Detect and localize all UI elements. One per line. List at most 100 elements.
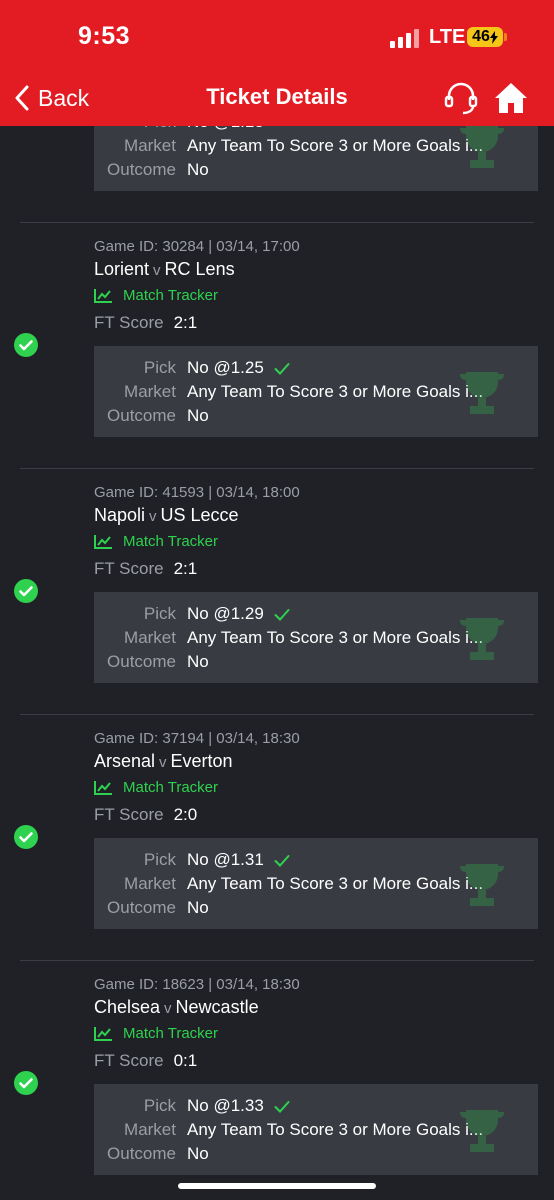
network-type: LTE: [429, 26, 466, 48]
outcome-label: Outcome: [107, 160, 176, 179]
trophy-watermark-icon: [460, 1110, 504, 1152]
match-tracker-link[interactable]: Match Tracker: [94, 779, 218, 796]
game-id: Game ID: 18623 | 03/14, 18:30: [94, 976, 300, 993]
market-label: Market: [124, 1120, 176, 1139]
market-value: Any Team To Score 3 or More Goals i...: [187, 874, 484, 893]
market-label: Market: [124, 136, 176, 155]
outcome-value: No: [187, 652, 209, 671]
market-value: Any Team To Score 3 or More Goals i...: [187, 628, 484, 647]
home-team: Napoli: [94, 505, 146, 525]
match-tracker-link[interactable]: Match Tracker: [94, 1025, 218, 1042]
won-check-icon: [14, 579, 38, 603]
versus: v: [153, 262, 161, 279]
divider: [20, 222, 534, 223]
ft-score-value: 2:1: [173, 313, 198, 332]
ft-score: FT Score 2:1: [94, 313, 197, 333]
versus: v: [149, 508, 157, 525]
trophy-watermark-icon: [460, 618, 504, 660]
pick-box: Pick No @1.25 Market Any Team To Score 3…: [94, 346, 538, 437]
ft-score-label: FT Score: [94, 559, 164, 578]
ft-score-value: 2:1: [173, 559, 198, 578]
market-label: Market: [124, 874, 176, 893]
ft-score-label: FT Score: [94, 1051, 164, 1070]
away-team: Newcastle: [175, 997, 259, 1017]
trophy-watermark-icon: [460, 864, 504, 906]
ticket-content: Pick No @1.18 Market Any Team To Score 3…: [0, 0, 554, 1200]
pick-value: No @1.31: [187, 850, 264, 869]
market-value: Any Team To Score 3 or More Goals i...: [187, 382, 484, 401]
ft-score-label: FT Score: [94, 313, 164, 332]
away-team: US Lecce: [160, 505, 239, 525]
match-tracker-label: Match Tracker: [123, 287, 219, 304]
teams: Chelsea v Newcastle: [94, 997, 259, 1018]
outcome-label: Outcome: [107, 1144, 176, 1163]
pick-value-wrap: No @1.25: [187, 358, 290, 378]
home-team: Arsenal: [94, 751, 156, 771]
game-id: Game ID: 41593 | 03/14, 18:00: [94, 484, 300, 501]
pick-value-wrap: No @1.31: [187, 850, 290, 870]
signal-icon: [390, 29, 419, 48]
match-tracker-label: Match Tracker: [123, 533, 219, 550]
ft-score: FT Score 0:1: [94, 1051, 197, 1071]
outcome-value: No: [187, 1144, 209, 1163]
check-icon: [274, 362, 290, 375]
pick-box: Pick No @1.31 Market Any Team To Score 3…: [94, 838, 538, 929]
ft-score: FT Score 2:0: [94, 805, 197, 825]
chart-icon: [94, 1027, 112, 1041]
pick-box: Pick No @1.29 Market Any Team To Score 3…: [94, 592, 538, 683]
divider: [20, 468, 534, 469]
home-team: Lorient: [94, 259, 150, 279]
pick-value-wrap: No @1.29: [187, 604, 290, 624]
market-value: Any Team To Score 3 or More Goals i...: [187, 1120, 484, 1139]
chart-icon: [94, 781, 112, 795]
outcome-label: Outcome: [107, 898, 176, 917]
market-label: Market: [124, 382, 176, 401]
ft-score-value: 2:0: [173, 805, 198, 824]
match-tracker-label: Match Tracker: [123, 1025, 219, 1042]
match-tracker-link[interactable]: Match Tracker: [94, 533, 218, 550]
status-time: 9:53: [78, 22, 131, 50]
ft-score-value: 0:1: [173, 1051, 198, 1070]
teams: Lorient v RC Lens: [94, 259, 235, 280]
pick-value-wrap: No @1.33: [187, 1096, 290, 1116]
away-team: RC Lens: [164, 259, 235, 279]
pick-label: Pick: [143, 850, 176, 869]
market-label: Market: [124, 628, 176, 647]
pick-value: No @1.25: [187, 358, 264, 377]
outcome-label: Outcome: [107, 406, 176, 425]
pick-value: No @1.29: [187, 604, 264, 623]
pick-label: Pick: [143, 358, 176, 377]
game-id: Game ID: 37194 | 03/14, 18:30: [94, 730, 300, 747]
game-id: Game ID: 30284 | 03/14, 17:00: [94, 238, 300, 255]
divider: [20, 960, 534, 961]
won-check-icon: [14, 333, 38, 357]
teams: Arsenal v Everton: [94, 751, 233, 772]
outcome-value: No: [187, 898, 209, 917]
outcome-value: No: [187, 160, 209, 179]
chart-icon: [94, 289, 112, 303]
home-icon[interactable]: [493, 80, 529, 116]
outcome-value: No: [187, 406, 209, 425]
won-check-icon: [14, 1071, 38, 1095]
app-header: 9:53 LTE 46 Back Ticket Details: [0, 0, 554, 126]
match-tracker-link[interactable]: Match Tracker: [94, 287, 218, 304]
home-indicator[interactable]: [178, 1183, 376, 1189]
away-team: Everton: [170, 751, 233, 771]
outcome-label: Outcome: [107, 652, 176, 671]
battery-level: 46: [472, 28, 490, 45]
check-icon: [274, 608, 290, 621]
pick-label: Pick: [143, 604, 176, 623]
headset-support-icon[interactable]: [443, 80, 479, 116]
pick-value: No @1.33: [187, 1096, 264, 1115]
check-icon: [274, 1100, 290, 1113]
match-tracker-label: Match Tracker: [123, 779, 219, 796]
trophy-watermark-icon: [460, 126, 504, 168]
pick-box: Pick No @1.33 Market Any Team To Score 3…: [94, 1084, 538, 1175]
versus: v: [164, 1000, 172, 1017]
battery-tip: [504, 33, 507, 41]
won-check-icon: [14, 825, 38, 849]
charging-bolt-icon: [489, 30, 498, 44]
battery-icon: 46: [467, 27, 503, 47]
home-team: Chelsea: [94, 997, 161, 1017]
chart-icon: [94, 535, 112, 549]
